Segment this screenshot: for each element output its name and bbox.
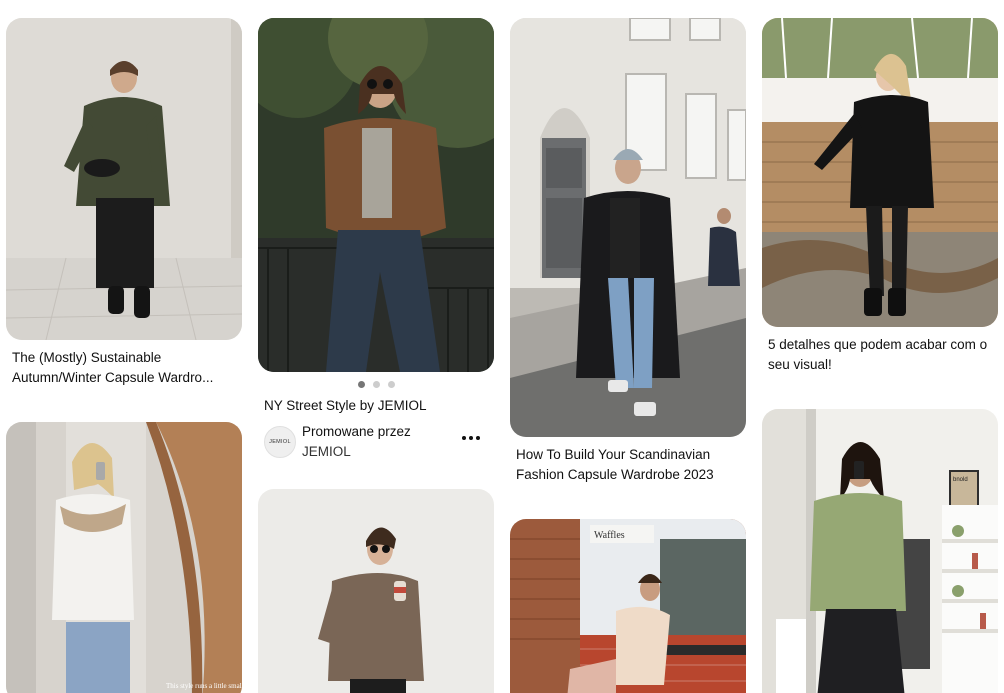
carousel-dot-1[interactable] <box>357 381 365 388</box>
ellipsis-icon[interactable] <box>458 432 484 444</box>
carousel-dot-2[interactable] <box>372 381 380 388</box>
pin-image-4[interactable] <box>762 18 998 327</box>
promoted-label: Promowane przez <box>302 423 411 439</box>
pin-card-2[interactable]: NY Street Style by JEMIOL JEMIOL Promowa… <box>258 18 494 462</box>
pin-title-3[interactable]: How To Build Your Scandinavian Fashion C… <box>510 437 746 484</box>
pin-image-8[interactable]: bnold <box>762 409 998 693</box>
masonry-column-1: The (Mostly) Sustainable Autumn/Winter C… <box>6 0 242 693</box>
pin-card-4[interactable]: 5 detalhes que podem acabar com o seu vi… <box>762 18 998 374</box>
pin-image-1[interactable] <box>6 18 242 340</box>
pin-card-6[interactable] <box>258 489 494 693</box>
poster-text: bnold <box>953 477 968 483</box>
advertiser-name[interactable]: JEMIOL <box>302 442 411 462</box>
masonry-column-2: NY Street Style by JEMIOL JEMIOL Promowa… <box>258 0 494 693</box>
masonry-column-3: How To Build Your Scandinavian Fashion C… <box>510 0 746 693</box>
pin-image-7[interactable]: Waffles <box>510 519 746 693</box>
pin-title-4[interactable]: 5 detalhes que podem acabar com o seu vi… <box>762 327 998 374</box>
carousel-dot-3[interactable] <box>387 381 395 388</box>
overlay-caption-5: This style runs a little small <box>166 682 242 690</box>
pin-image-3[interactable] <box>510 18 746 437</box>
masonry-column-4: 5 detalhes que podem acabar com o seu vi… <box>762 0 998 693</box>
storefront-sign-text: Waffles <box>594 530 625 541</box>
promoted-by-row: JEMIOL Promowane przez JEMIOL <box>258 416 494 462</box>
pin-image-2[interactable] <box>258 18 494 372</box>
pin-image-5[interactable]: This style runs a little small <box>6 422 242 693</box>
pin-title-2[interactable]: NY Street Style by JEMIOL <box>258 389 494 416</box>
pin-title-1[interactable]: The (Mostly) Sustainable Autumn/Winter C… <box>6 340 242 387</box>
carousel-indicator <box>258 381 494 389</box>
pin-card-5[interactable]: This style runs a little small <box>6 422 242 693</box>
pin-card-8[interactable]: bnold <box>762 409 998 693</box>
pin-image-6[interactable] <box>258 489 494 693</box>
pin-card-7[interactable]: Waffles <box>510 519 746 693</box>
advertiser-avatar[interactable]: JEMIOL <box>264 425 296 458</box>
pin-card-1[interactable]: The (Mostly) Sustainable Autumn/Winter C… <box>6 18 242 387</box>
pin-card-3[interactable]: How To Build Your Scandinavian Fashion C… <box>510 18 746 484</box>
